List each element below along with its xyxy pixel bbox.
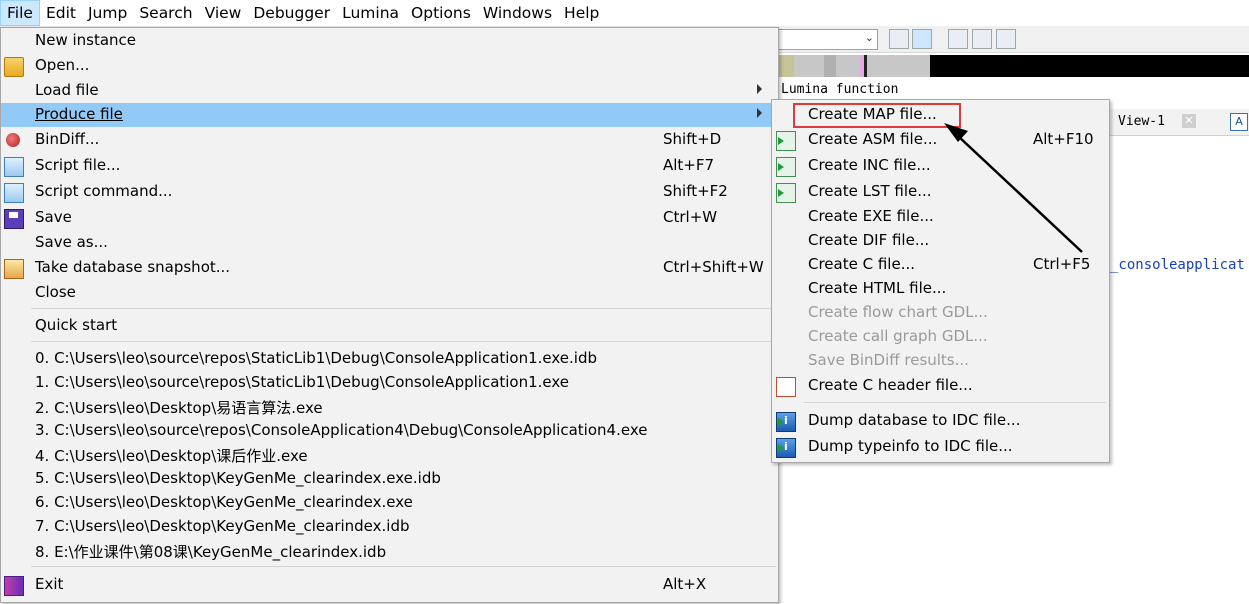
recent-file-item[interactable]: 3. C:\Users\leo\source\repos\ConsoleAppl… <box>1 419 778 443</box>
menu-edit[interactable]: Edit <box>40 0 82 26</box>
folder-icon <box>4 57 24 77</box>
recent-file-item[interactable]: 4. C:\Users\leo\Desktop\课后作业.exe <box>1 443 778 467</box>
submenu-arrow-icon <box>757 84 762 94</box>
menu-separator <box>804 402 1106 403</box>
menu-item-create-dif[interactable]: Create DIF file... <box>772 229 1109 253</box>
menu-item-script-command[interactable]: Script command... Shift+F2 <box>1 180 778 204</box>
recent-file-item[interactable]: 1. C:\Users\leo\source\repos\StaticLib1\… <box>1 371 778 395</box>
menu-jump[interactable]: Jump <box>82 0 133 26</box>
snapshot-icon <box>4 259 24 279</box>
menu-lumina[interactable]: Lumina <box>336 0 405 26</box>
menu-item-script-file[interactable]: Script file... Alt+F7 <box>1 154 778 178</box>
lst-file-icon <box>776 183 796 203</box>
save-icon <box>4 209 24 229</box>
menu-help[interactable]: Help <box>558 0 605 26</box>
toolbar-refresh-icon[interactable] <box>912 29 932 49</box>
menu-separator <box>31 308 776 309</box>
menu-options[interactable]: Options <box>405 0 477 26</box>
menu-item-create-c[interactable]: Create C file... Ctrl+F5 <box>772 253 1109 277</box>
file-menu: New instance Open... Load file Produce f… <box>0 27 779 603</box>
menubar: File Edit Jump Search View Debugger Lumi… <box>0 0 1249 27</box>
close-icon[interactable]: ✕ <box>1182 114 1196 128</box>
menu-item-open[interactable]: Open... <box>1 54 778 78</box>
menu-item-create-flow-chart-gdl: Create flow chart GDL... <box>808 303 988 321</box>
menu-item-take-snapshot[interactable]: Take database snapshot... Ctrl+Shift+W <box>1 256 778 280</box>
menu-item-create-exe[interactable]: Create EXE file... <box>772 205 1109 229</box>
submenu-arrow-icon <box>757 108 762 118</box>
navigation-band[interactable] <box>776 55 1249 77</box>
menu-search[interactable]: Search <box>133 0 198 26</box>
tab-view-1[interactable]: View-1 <box>1118 114 1165 129</box>
toolbar-combo[interactable]: ⌄ <box>776 29 878 50</box>
recent-file-item[interactable]: 7. C:\Users\leo\Desktop\KeyGenMe_clearin… <box>1 515 778 539</box>
text-view-icon[interactable]: A <box>1230 113 1248 131</box>
menu-item-create-c-header[interactable]: Create C header file... <box>772 374 1109 398</box>
toolbar-tool-icon[interactable] <box>889 29 909 49</box>
tab-bar: View-1 ✕ A <box>1108 109 1249 136</box>
lumina-function-legend: Lumina function <box>781 82 899 97</box>
menu-windows[interactable]: Windows <box>477 0 558 26</box>
produce-file-submenu: Create MAP file... Create ASM file... Al… <box>771 99 1110 463</box>
menu-separator <box>31 566 776 567</box>
menu-item-save[interactable]: Save Ctrl+W <box>1 206 778 230</box>
menu-item-create-html[interactable]: Create HTML file... <box>772 277 1109 301</box>
menu-item-create-inc[interactable]: Create INC file... <box>772 154 1109 178</box>
exit-icon <box>4 576 24 596</box>
menu-item-save-as[interactable]: Save as... <box>1 231 778 255</box>
script-file-icon <box>4 157 24 177</box>
recent-file-item[interactable]: 0. C:\Users\leo\source\repos\StaticLib1\… <box>1 347 778 371</box>
menu-item-close[interactable]: Close <box>1 281 778 305</box>
menu-item-produce-file[interactable]: Produce file <box>1 103 778 127</box>
toolbar-doc-icon[interactable] <box>948 29 968 49</box>
script-command-icon <box>4 183 24 203</box>
dump-database-icon <box>776 412 796 432</box>
recent-file-item[interactable]: 5. C:\Users\leo\Desktop\KeyGenMe_clearin… <box>1 467 778 491</box>
menu-view[interactable]: View <box>199 0 248 26</box>
menu-separator <box>31 341 776 342</box>
menu-item-create-lst[interactable]: Create LST file... <box>772 180 1109 204</box>
menu-item-save-bindiff-results: Save BinDiff results... <box>808 351 969 369</box>
menu-item-create-asm[interactable]: Create ASM file... Alt+F10 <box>772 128 1109 152</box>
menu-item-create-call-graph-gdl: Create call graph GDL... <box>808 327 988 345</box>
chevron-down-icon: ⌄ <box>864 31 874 44</box>
menu-item-load-file[interactable]: Load file <box>1 79 778 103</box>
menu-item-new-instance[interactable]: New instance <box>1 29 778 53</box>
recent-file-item[interactable]: 8. E:\作业课件\第08课\KeyGenMe_clearindex.idb <box>1 539 778 563</box>
menu-file[interactable]: File <box>0 0 40 26</box>
toolbar-pin-icon[interactable] <box>972 29 992 49</box>
menu-debugger[interactable]: Debugger <box>247 0 336 26</box>
annotation-highlight-box <box>793 103 961 128</box>
bindiff-icon <box>6 133 20 147</box>
menu-item-dump-database-idc[interactable]: Dump database to IDC file... <box>772 409 1109 433</box>
menu-item-dump-typeinfo-idc[interactable]: Dump typeinfo to IDC file... <box>772 435 1109 459</box>
code-symbol: _consoleapplicat <box>1110 257 1245 273</box>
menu-item-exit[interactable]: Exit Alt+X <box>1 573 778 597</box>
menu-item-quick-start[interactable]: Quick start <box>1 314 778 338</box>
asm-file-icon <box>776 131 796 151</box>
menu-item-bindiff[interactable]: BinDiff... Shift+D <box>1 128 778 152</box>
inc-file-icon <box>776 157 796 177</box>
c-header-icon <box>776 377 796 397</box>
toolbar-unpin-icon[interactable] <box>996 29 1016 49</box>
dump-typeinfo-icon <box>776 438 796 458</box>
recent-file-item[interactable]: 6. C:\Users\leo\Desktop\KeyGenMe_clearin… <box>1 491 778 515</box>
recent-file-item[interactable]: 2. C:\Users\leo\Desktop\易语言算法.exe <box>1 395 778 419</box>
